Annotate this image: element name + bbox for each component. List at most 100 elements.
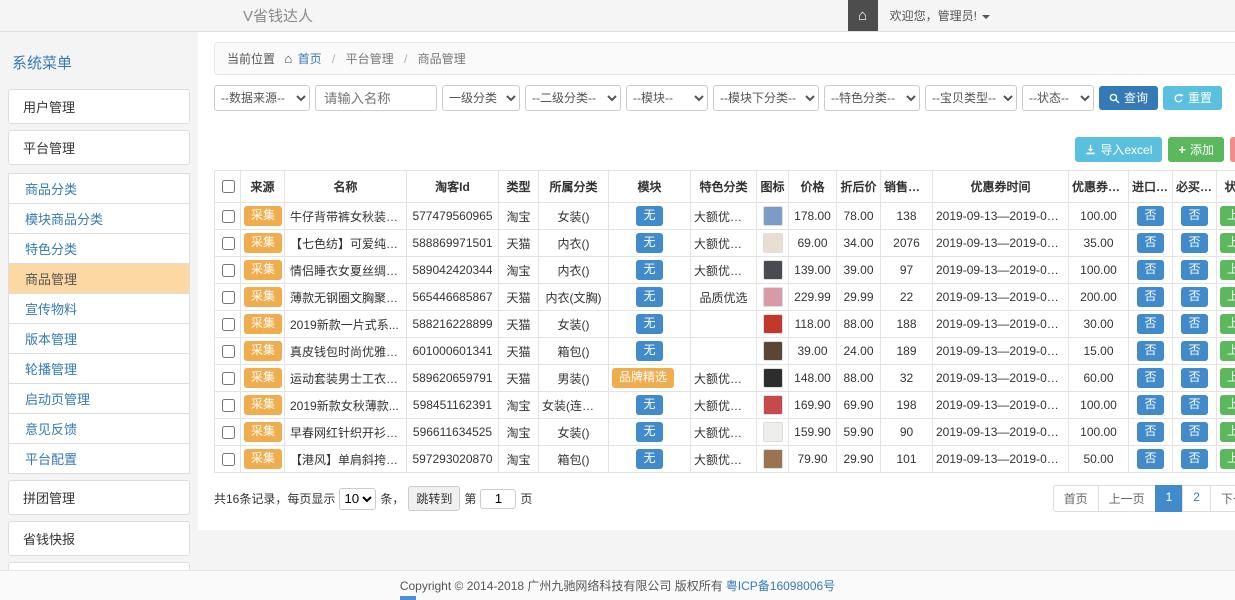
status-badge[interactable]: 上架 — [1220, 287, 1235, 307]
status-badge[interactable]: 上架 — [1220, 206, 1235, 226]
filter-select[interactable]: --状态-- — [1022, 85, 1094, 111]
sidebar-item[interactable]: 省钱快报 — [8, 521, 190, 556]
per-page-select[interactable]: 10 — [339, 488, 376, 510]
column-header: 图标 — [757, 171, 789, 203]
breadcrumb-home-link[interactable]: 首页 — [298, 52, 322, 66]
must-buy-toggle[interactable]: 否 — [1181, 395, 1207, 415]
row-checkbox[interactable] — [222, 210, 235, 223]
import-select-toggle[interactable]: 否 — [1137, 368, 1163, 388]
must-buy-toggle[interactable]: 否 — [1181, 314, 1207, 334]
pagination-nav-button[interactable]: 首页 — [1053, 485, 1099, 512]
source-badge: 采集 — [244, 422, 282, 442]
sidebar-item[interactable]: 消息管理 — [8, 562, 190, 570]
price-cell: 159.90 — [789, 419, 837, 446]
must-buy-toggle[interactable]: 否 — [1181, 341, 1207, 361]
add-button[interactable]: + 添加 — [1168, 137, 1224, 162]
filter-select[interactable]: --二级分类-- — [525, 85, 621, 111]
import-select-toggle[interactable]: 否 — [1137, 422, 1163, 442]
column-header: 折后价 — [837, 171, 881, 203]
import-select-cell: 否 — [1129, 203, 1173, 230]
name-search-input[interactable] — [315, 85, 437, 111]
status-badge[interactable]: 上架 — [1220, 233, 1235, 253]
type-cell: 淘宝 — [499, 203, 539, 230]
status-badge[interactable]: 上架 — [1220, 314, 1235, 334]
filter-select[interactable]: --宝贝类型-- — [925, 85, 1017, 111]
taoke-id: 588216228899 — [407, 311, 499, 338]
filter-select[interactable]: --模块-- — [626, 85, 708, 111]
import-select-toggle[interactable]: 否 — [1137, 341, 1163, 361]
status-badge[interactable]: 上架 — [1220, 422, 1235, 442]
status-badge[interactable]: 上架 — [1220, 260, 1235, 280]
must-buy-toggle[interactable]: 否 — [1181, 368, 1207, 388]
filter-select[interactable]: 一级分类 — [442, 85, 520, 111]
sidebar-item[interactable]: 特色分类 — [8, 233, 190, 264]
pagination-nav-button[interactable]: 下一页 — [1210, 485, 1235, 512]
row-checkbox[interactable] — [222, 453, 235, 466]
category-cell: 内衣(文胸) — [539, 284, 609, 311]
jump-button[interactable]: 跳转到 — [408, 486, 460, 511]
sidebar-item[interactable]: 商品分类 — [8, 173, 190, 204]
sidebar-item[interactable]: 平台配置 — [8, 443, 190, 474]
row-checkbox[interactable] — [222, 264, 235, 277]
import-select-toggle[interactable]: 否 — [1137, 287, 1163, 307]
row-checkbox[interactable] — [222, 291, 235, 304]
breadcrumb: 当前位置 ⌂ 首页 / 平台管理 / 商品管理 — [214, 42, 1235, 75]
import-select-toggle[interactable]: 否 — [1137, 260, 1163, 280]
page-number-input[interactable] — [480, 489, 516, 509]
import-select-toggle[interactable]: 否 — [1137, 233, 1163, 253]
sidebar-item[interactable]: 启动页管理 — [8, 383, 190, 414]
row-checkbox[interactable] — [222, 426, 235, 439]
must-buy-toggle[interactable]: 否 — [1181, 422, 1207, 442]
coupon-amount-cell: 100.00 — [1069, 257, 1129, 284]
import-excel-button[interactable]: 导入excel — [1075, 137, 1162, 162]
batch-delete-button[interactable]: 批量删除 — [1230, 137, 1235, 162]
import-select-toggle[interactable]: 否 — [1137, 395, 1163, 415]
product-thumbnail — [763, 314, 783, 334]
row-checkbox[interactable] — [222, 318, 235, 331]
import-select-toggle[interactable]: 否 — [1137, 449, 1163, 469]
icp-link[interactable]: 粤ICP备16098006号 — [726, 577, 835, 594]
category-cell: 箱包() — [539, 446, 609, 473]
sidebar-item[interactable]: 平台管理 — [8, 130, 190, 165]
reset-button[interactable]: 重置 — [1163, 86, 1222, 110]
row-checkbox[interactable] — [222, 237, 235, 250]
sales-count-cell: 32 — [881, 365, 933, 392]
row-checkbox-cell — [215, 230, 241, 257]
select-all-checkbox[interactable] — [222, 180, 235, 193]
search-button[interactable]: 查询 — [1099, 86, 1158, 110]
filter-select[interactable]: --特色分类-- — [824, 85, 920, 111]
sidebar-item[interactable]: 拼团管理 — [8, 480, 190, 515]
sidebar-item[interactable]: 意见反馈 — [8, 413, 190, 444]
row-checkbox[interactable] — [222, 372, 235, 385]
must-buy-toggle[interactable]: 否 — [1181, 449, 1207, 469]
sidebar-item[interactable]: 宣传物料 — [8, 293, 190, 324]
row-checkbox[interactable] — [222, 345, 235, 358]
sidebar-item[interactable]: 用户管理 — [8, 89, 190, 124]
must-buy-toggle[interactable]: 否 — [1181, 206, 1207, 226]
status-badge[interactable]: 上架 — [1220, 341, 1235, 361]
import-select-toggle[interactable]: 否 — [1137, 314, 1163, 334]
status-badge[interactable]: 上架 — [1220, 395, 1235, 415]
page-button[interactable]: 1 — [1155, 485, 1184, 512]
sidebar-item[interactable]: 版本管理 — [8, 323, 190, 354]
product-name: 情侣睡衣女夏丝绸男士... — [285, 257, 407, 284]
must-buy-toggle[interactable]: 否 — [1181, 287, 1207, 307]
filter-select[interactable]: --模块下分类-- — [713, 85, 819, 111]
row-checkbox[interactable] — [222, 399, 235, 412]
sidebar-item[interactable]: 轮播管理 — [8, 353, 190, 384]
user-menu[interactable]: 欢迎您，管理员! — [890, 7, 990, 24]
import-select-toggle[interactable]: 否 — [1137, 206, 1163, 226]
must-buy-toggle[interactable]: 否 — [1181, 233, 1207, 253]
taoke-id: 596611634525 — [407, 419, 499, 446]
filter-select[interactable]: --数据来源-- — [214, 85, 310, 111]
module-badge: 无 — [636, 287, 662, 307]
pagination-nav-button[interactable]: 上一页 — [1098, 485, 1156, 512]
page-button[interactable]: 2 — [1182, 485, 1211, 512]
status-badge[interactable]: 上架 — [1220, 368, 1235, 388]
status-cell: 上架 — [1217, 203, 1235, 230]
status-badge[interactable]: 上架 — [1220, 449, 1235, 469]
sidebar-item[interactable]: 商品管理 — [8, 263, 190, 294]
must-buy-toggle[interactable]: 否 — [1181, 260, 1207, 280]
sidebar-item[interactable]: 模块商品分类 — [8, 203, 190, 234]
home-button[interactable]: ⌂ — [848, 0, 878, 31]
